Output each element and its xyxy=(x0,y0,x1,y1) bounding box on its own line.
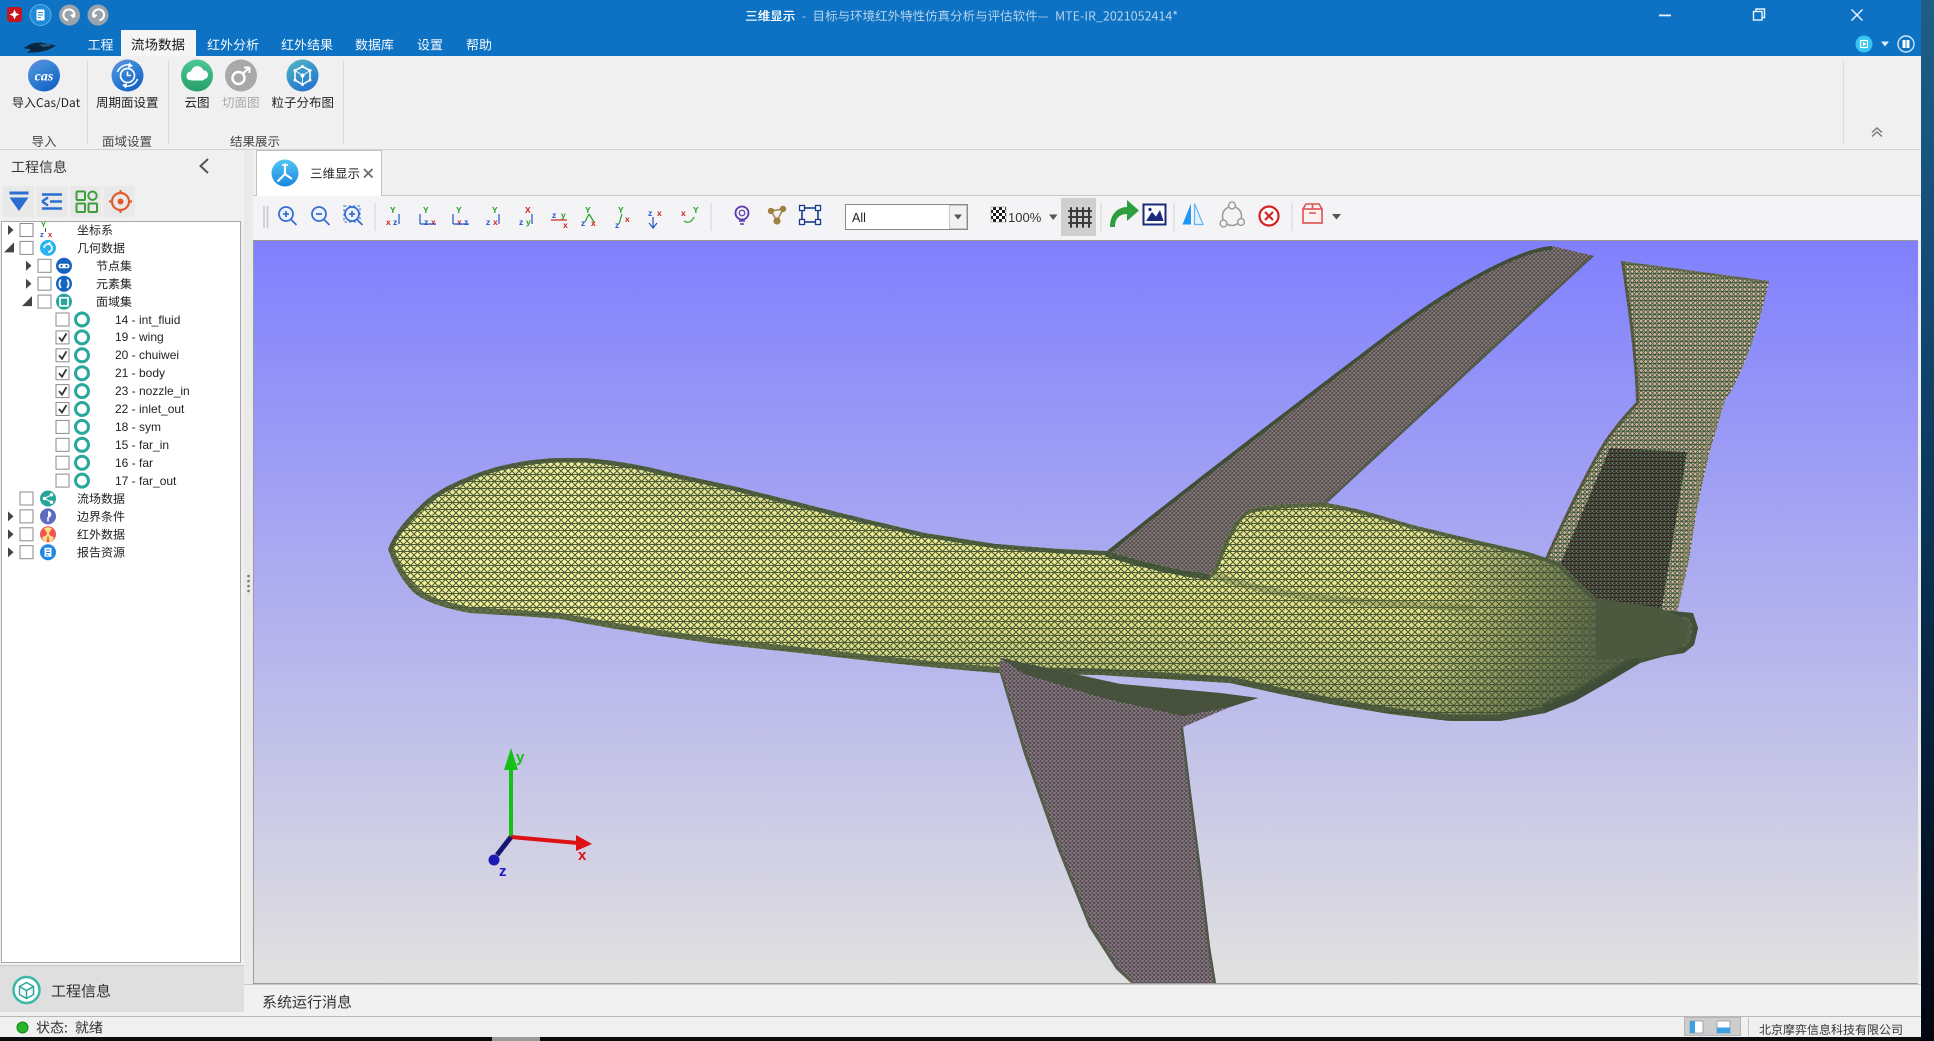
svg-text:z: z xyxy=(40,230,44,239)
svg-text:Y: Y xyxy=(41,220,46,229)
svg-text:x: x xyxy=(48,230,53,239)
